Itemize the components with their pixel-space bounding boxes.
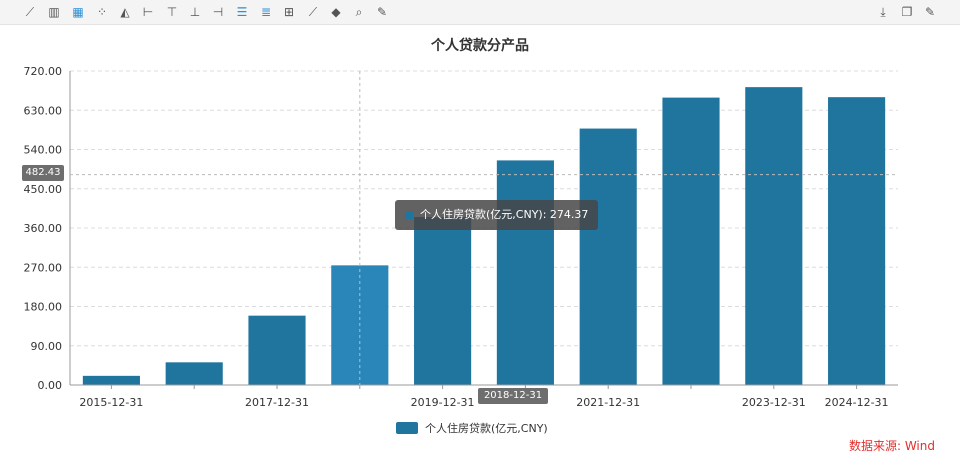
x-tick-label: 2021-12-31 — [576, 396, 640, 409]
x-tick-label: 2024-12-31 — [825, 396, 889, 409]
y-tick-label: 180.00 — [24, 301, 63, 314]
tooltip-text: 个人住房贷款(亿元,CNY): 274.37 — [420, 208, 589, 221]
bar-2024-12-31 — [828, 97, 886, 386]
y-tick-label: 540.00 — [24, 144, 63, 157]
chart-title: 个人贷款分产品 — [431, 38, 529, 54]
x-tick-label: 2023-12-31 — [742, 396, 806, 409]
bar-2021-12-31 — [579, 128, 637, 386]
y-tick-label: 270.00 — [24, 261, 63, 274]
data-source-note: 数据来源: Wind — [848, 439, 935, 453]
y-tick-label: 630.00 — [24, 104, 63, 117]
bar-2015-12-31 — [82, 375, 140, 385]
bar-2020-12-31 — [496, 160, 554, 385]
bar-tooltip: 个人住房贷款(亿元,CNY): 274.37 — [395, 200, 599, 230]
legend-label: 个人住房贷款(亿元,CNY) — [425, 422, 548, 435]
y-tick-label: 0.00 — [38, 379, 63, 392]
bar-2017-12-31 — [248, 315, 306, 385]
bar-2022-12-31 — [662, 97, 720, 385]
crosshair-x-label: 2018-12-31 — [478, 388, 548, 404]
y-tick-label: 720.00 — [24, 65, 63, 78]
y-tick-label: 90.00 — [31, 340, 63, 353]
legend-swatch — [396, 422, 418, 434]
chart-legend[interactable]: 个人住房贷款(亿元,CNY) — [396, 420, 548, 436]
bar-2023-12-31 — [745, 87, 803, 385]
crosshair-y-value-label: 482.43 — [22, 165, 64, 181]
x-tick-label: 2017-12-31 — [245, 396, 309, 409]
bar-2016-12-31 — [165, 362, 223, 385]
tooltip-series-marker — [405, 211, 413, 219]
x-tick-label: 2019-12-31 — [411, 396, 475, 409]
y-tick-label: 360.00 — [24, 222, 63, 235]
y-tick-label: 450.00 — [24, 183, 63, 196]
bar-2019-12-31 — [414, 217, 472, 385]
x-tick-label: 2015-12-31 — [79, 396, 143, 409]
